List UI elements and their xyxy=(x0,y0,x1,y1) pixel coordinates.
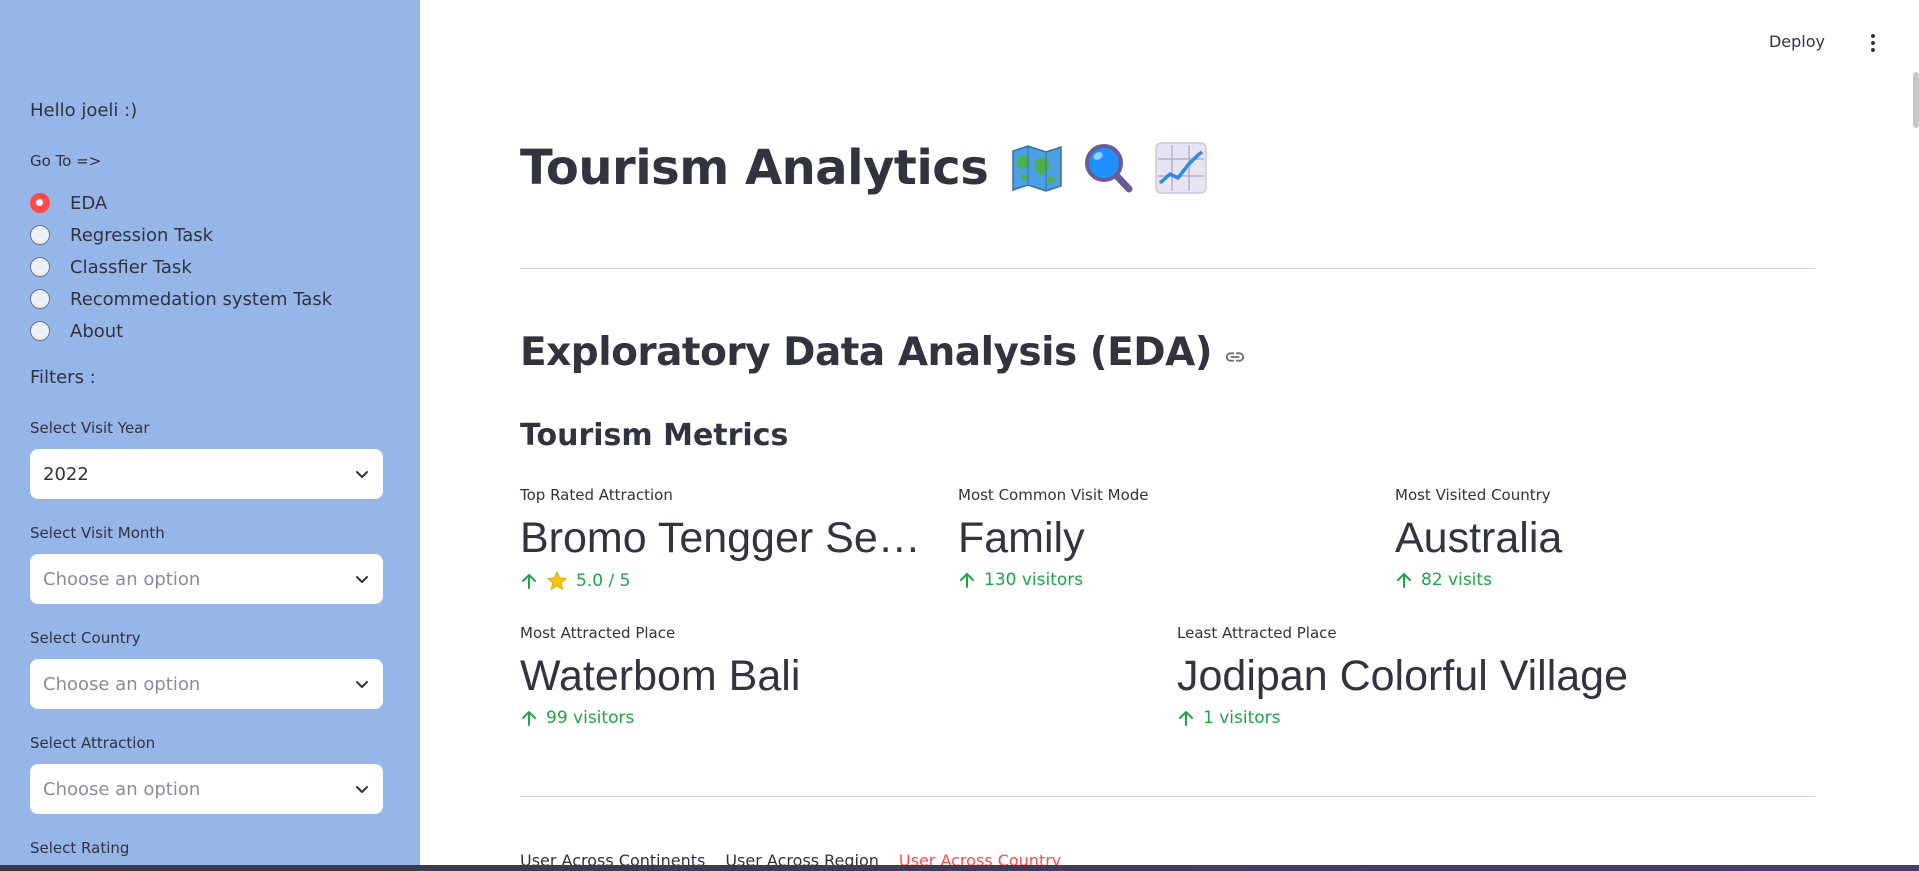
sidebar: Hello joeli :) Go To => EDA Regression T… xyxy=(0,0,420,871)
radio-icon[interactable] xyxy=(30,289,50,309)
filter-label: Select Country xyxy=(30,629,141,647)
page-title-row: Tourism Analytics xyxy=(520,140,1208,196)
metric-delta-text: 99 visitors xyxy=(546,708,635,728)
arrow-up-icon xyxy=(522,711,536,726)
greeting-text: Hello joeli :) xyxy=(30,100,138,121)
world-map-icon xyxy=(1012,145,1063,192)
deploy-button[interactable]: Deploy xyxy=(1769,32,1825,51)
title-emoji-group xyxy=(1010,141,1208,195)
radio-icon[interactable] xyxy=(30,321,50,341)
visit-month-select[interactable]: Choose an option xyxy=(30,554,383,604)
metric-label: Most Attracted Place xyxy=(520,624,676,642)
visit-year-select[interactable]: 2022 xyxy=(30,449,383,499)
select-placeholder: Choose an option xyxy=(43,673,201,695)
radio-selected-icon[interactable] xyxy=(30,193,50,213)
scrollbar-thumb[interactable] xyxy=(1913,72,1919,128)
metric-least-attracted-place: Least Attracted Place Jodipan Colorful V… xyxy=(1177,624,1628,728)
arrow-up-icon xyxy=(1397,573,1411,588)
nav-option-label: Classfier Task xyxy=(70,256,192,278)
metric-label: Most Common Visit Mode xyxy=(958,486,1149,504)
metric-value: Waterbom Bali xyxy=(520,652,801,700)
metric-value: Jodipan Colorful Village xyxy=(1177,652,1628,700)
kebab-menu-icon[interactable] xyxy=(1865,32,1881,54)
magnifying-glass-icon xyxy=(1085,144,1133,193)
radio-icon[interactable] xyxy=(30,225,50,245)
divider xyxy=(520,268,1815,269)
metric-label: Least Attracted Place xyxy=(1177,624,1337,642)
nav-option-label: EDA xyxy=(70,192,108,214)
select-placeholder: Choose an option xyxy=(43,568,201,590)
metric-most-common-visit-mode: Most Common Visit Mode Family 130 visito… xyxy=(958,486,1149,590)
chevron-down-icon xyxy=(356,471,368,478)
nav-option-label: Recommedation system Task xyxy=(70,288,333,310)
metric-label: Most Visited Country xyxy=(1395,486,1551,504)
select-placeholder: Choose an option xyxy=(43,778,201,800)
nav-option-classifier[interactable]: Classfier Task xyxy=(30,251,332,283)
metric-delta-text: 5.0 / 5 xyxy=(576,571,631,591)
nav-option-eda[interactable]: EDA xyxy=(30,187,332,219)
metric-most-attracted-place: Most Attracted Place Waterbom Bali 99 vi… xyxy=(520,624,800,728)
nav-option-regression[interactable]: Regression Task xyxy=(30,219,332,251)
metric-delta: 1 visitors xyxy=(1177,708,1628,728)
filter-country: Select Country Choose an option xyxy=(30,629,383,709)
chart-increasing-icon xyxy=(1155,142,1208,194)
metric-value: Australia xyxy=(1395,514,1563,562)
metric-label: Top Rated Attraction xyxy=(520,486,673,504)
nav-option-label: About xyxy=(70,320,124,342)
section-title-row: Exploratory Data Analysis (EDA) xyxy=(520,330,1246,375)
metric-delta: 130 visitors xyxy=(958,570,1149,590)
metric-delta: 99 visitors xyxy=(520,708,800,728)
filter-rating: Select Rating xyxy=(30,839,383,861)
nav-option-about[interactable]: About xyxy=(30,315,332,347)
radio-icon[interactable] xyxy=(30,257,50,277)
filter-visit-month: Select Visit Month Choose an option xyxy=(30,524,383,604)
arrow-up-icon xyxy=(522,574,536,589)
nav-option-recommendation[interactable]: Recommedation system Task xyxy=(30,283,332,315)
filters-heading: Filters : xyxy=(30,367,96,388)
nav-radio-group: EDA Regression Task Classfier Task Recom… xyxy=(30,187,332,347)
filter-label: Select Visit Month xyxy=(30,524,165,542)
metric-value: Family xyxy=(958,514,1085,562)
filter-label: Select Rating xyxy=(30,839,130,857)
main-content: Deploy Tourism Analytics Exploratory Dat… xyxy=(420,0,1919,871)
metric-top-rated-attraction: Top Rated Attraction Bromo Tengger Se… 5… xyxy=(520,486,921,592)
subheader-tourism-metrics: Tourism Metrics xyxy=(520,418,789,453)
divider xyxy=(520,796,1815,797)
arrow-up-icon xyxy=(1179,711,1193,726)
section-title: Exploratory Data Analysis (EDA) xyxy=(520,330,1213,375)
country-select[interactable]: Choose an option xyxy=(30,659,383,709)
filter-label: Select Visit Year xyxy=(30,419,150,437)
attraction-select[interactable]: Choose an option xyxy=(30,764,383,814)
filter-attraction: Select Attraction Choose an option xyxy=(30,734,383,814)
star-icon xyxy=(546,570,568,591)
chevron-down-icon xyxy=(356,681,368,688)
metric-delta-text: 130 visitors xyxy=(984,570,1084,590)
metric-most-visited-country: Most Visited Country Australia 82 visits xyxy=(1395,486,1562,590)
chevron-down-icon xyxy=(356,786,368,793)
metric-delta: 5.0 / 5 xyxy=(520,570,921,592)
chevron-down-icon xyxy=(356,576,368,583)
metric-delta: 82 visits xyxy=(1395,570,1562,590)
goto-label: Go To => xyxy=(30,152,102,170)
metric-delta-text: 1 visitors xyxy=(1203,708,1281,728)
arrow-up-icon xyxy=(960,573,974,588)
nav-option-label: Regression Task xyxy=(70,224,214,246)
bottom-edge-bar xyxy=(0,865,1919,871)
filter-visit-year: Select Visit Year 2022 xyxy=(30,419,383,499)
link-icon[interactable] xyxy=(1224,346,1246,368)
filter-label: Select Attraction xyxy=(30,734,156,752)
select-value: 2022 xyxy=(43,463,89,485)
page-title: Tourism Analytics xyxy=(520,140,989,196)
metric-delta-text: 82 visits xyxy=(1421,570,1492,590)
metric-value: Bromo Tengger Se… xyxy=(520,514,921,562)
